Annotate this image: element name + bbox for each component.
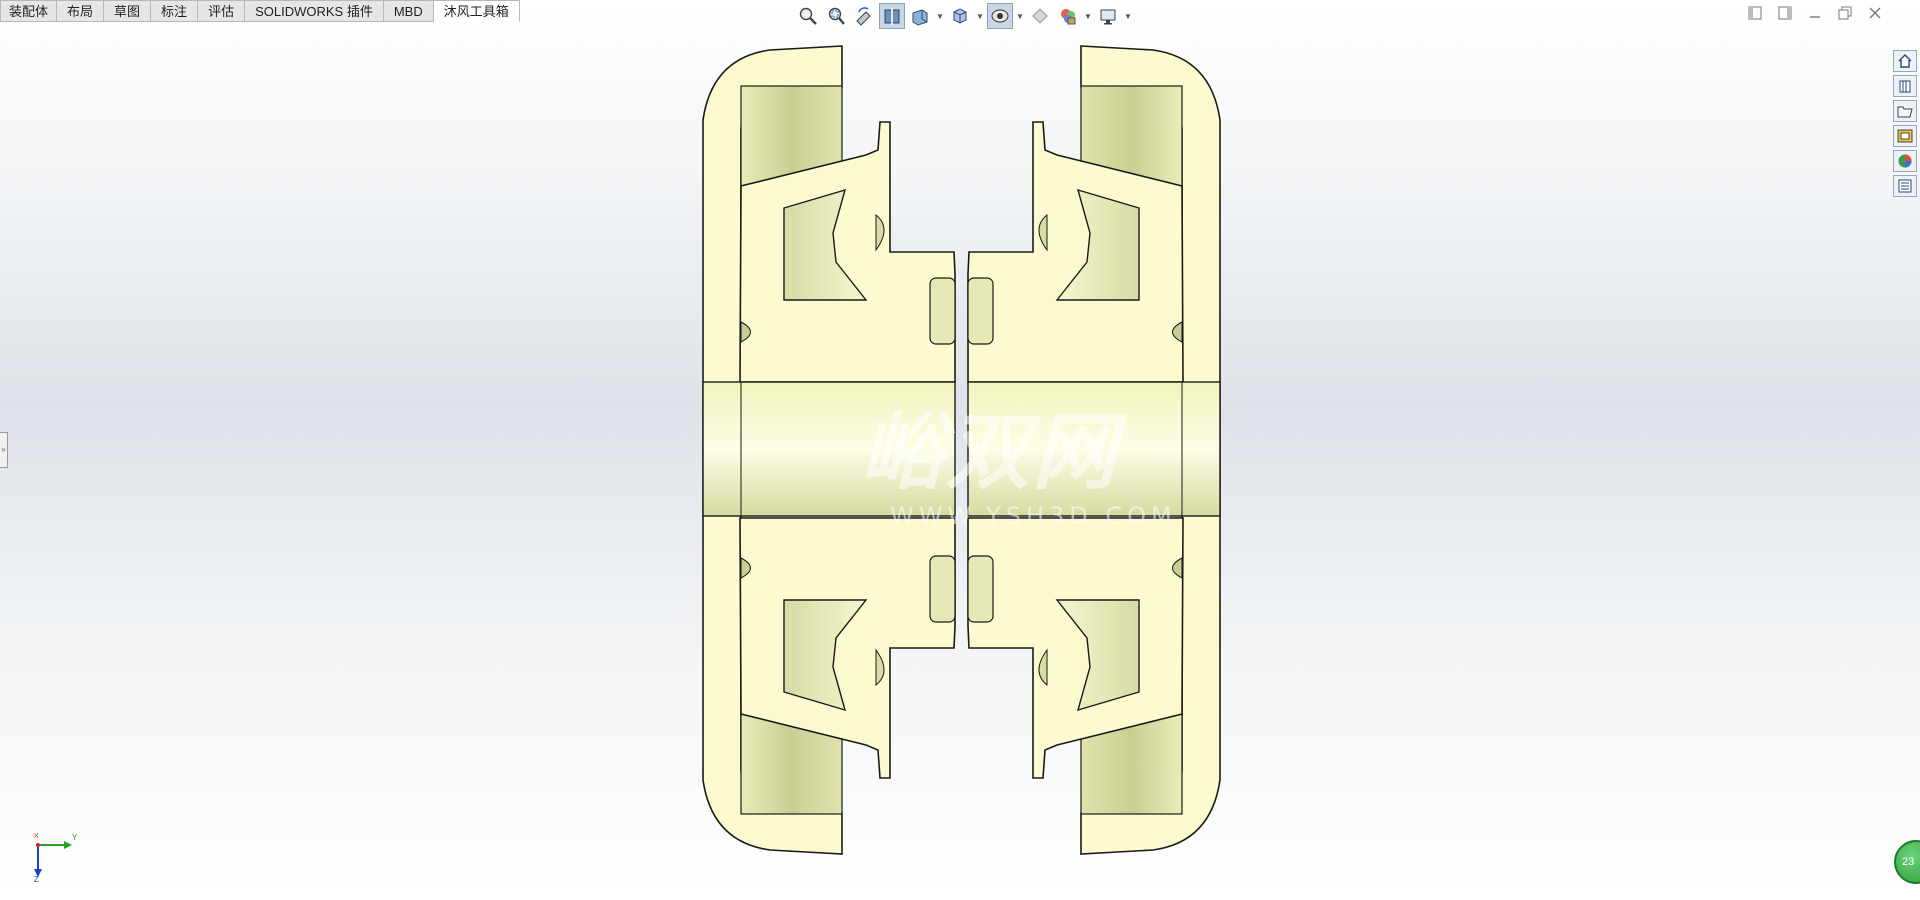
watermark: 峪双网 WWW.YSH3D.COM <box>760 385 1177 530</box>
tab-layout[interactable]: 布局 <box>57 0 105 22</box>
tab-mufeng-toolbox[interactable]: 沐风工具箱 <box>433 0 520 22</box>
command-manager-tabs: 装配体 布局 草图 标注 评估 SOLIDWORKS 插件 MBD 沐风工具箱 <box>0 0 520 22</box>
tab-markup[interactable]: 标注 <box>151 0 199 22</box>
window-controls <box>1746 5 1884 21</box>
tile-right-icon[interactable] <box>1776 5 1794 21</box>
tile-left-icon[interactable] <box>1746 5 1764 21</box>
watermark-logo-text: 峪双网 <box>860 403 1119 501</box>
tab-evaluate[interactable]: 评估 <box>198 0 246 22</box>
tab-sketch[interactable]: 草图 <box>104 0 152 22</box>
triad-axis-x: X <box>34 833 39 840</box>
restore-icon[interactable] <box>1836 5 1854 21</box>
close-icon[interactable] <box>1866 5 1884 21</box>
watermark-url: WWW.YSH3D.COM <box>890 502 1177 530</box>
triad-axis-z: Z <box>34 875 39 884</box>
triad-axis-y: Y <box>72 833 78 842</box>
tab-mbd[interactable]: MBD <box>383 0 434 22</box>
tab-solidworks-addins[interactable]: SOLIDWORKS 插件 <box>245 0 384 22</box>
tab-assembly[interactable]: 装配体 <box>0 0 58 22</box>
reference-triad: Y X Z <box>28 833 88 888</box>
minimize-icon[interactable] <box>1806 5 1824 21</box>
